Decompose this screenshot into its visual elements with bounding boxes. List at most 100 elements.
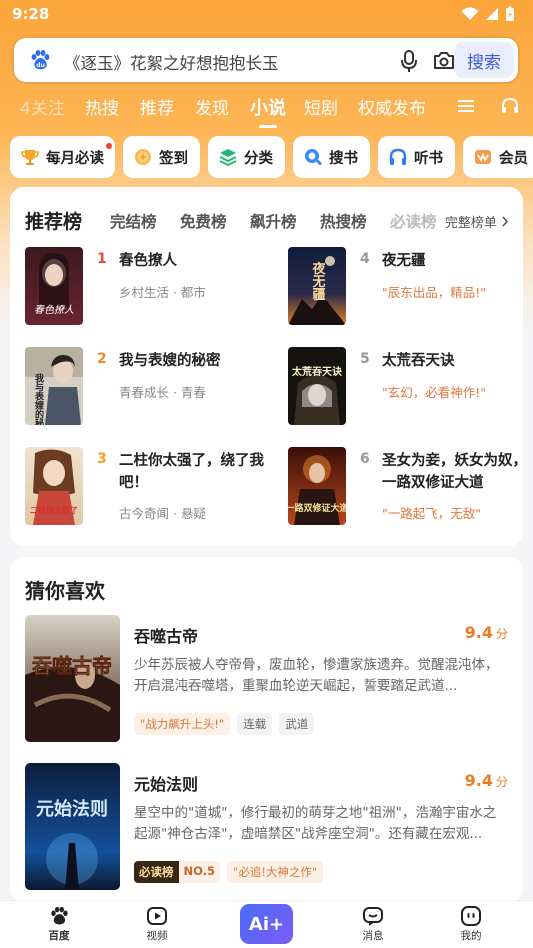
battery-icon xyxy=(506,6,514,21)
tab-follow-badge: 4 xyxy=(20,99,31,119)
search-button[interactable]: 搜索 xyxy=(454,42,514,78)
rank-book-6[interactable]: 一路双修证大道 6 圣女为妾，妖女为奴，一路双修证大道 "一路起飞，无敌" xyxy=(288,447,533,527)
rank-tab-must-read[interactable]: 必读榜 xyxy=(390,210,437,232)
book-title: 吞噬古帝 xyxy=(134,627,199,646)
vip-label: 会员 xyxy=(499,150,528,167)
layers-icon xyxy=(219,149,237,167)
book-cover-title: 春色撩人 xyxy=(34,304,74,316)
rank-number: 4 xyxy=(360,251,370,267)
quick-actions: 每月必读 签到 分类 搜书 听书 会员 xyxy=(10,136,533,178)
recommend-book-1[interactable]: 吞噬古帝 吞噬古帝 9.4 分 少年苏辰被人夺帝骨，废血轮，惨遭家族遗弃。觉醒混沌… xyxy=(25,615,510,743)
rank-tab-free[interactable]: 免费榜 xyxy=(180,210,227,232)
listen-books-label: 听书 xyxy=(414,150,443,167)
rank-book-5[interactable]: 太荒吞天诀 5 太荒吞天诀 "玄幻，必看神作!" xyxy=(288,347,533,427)
search-books-button[interactable]: 搜书 xyxy=(293,136,370,178)
message-icon xyxy=(363,907,383,926)
book-title: 二柱你太强了，绕了我吧！ xyxy=(119,453,264,491)
full-ranking-label: 完整榜单 xyxy=(444,216,497,231)
book-description: 少年苏辰被人夺帝骨，废血轮，惨遭家族遗弃。觉醒混沌体，开启混沌吞噬塔，重聚血轮逆… xyxy=(134,657,499,694)
book-cover-title: 元始法则 xyxy=(36,798,108,820)
rank-tab-hot-search[interactable]: 热搜榜 xyxy=(320,210,367,232)
vip-button[interactable]: 会员 xyxy=(463,136,533,178)
trophy-icon xyxy=(21,150,39,165)
microphone-icon[interactable] xyxy=(399,49,419,73)
guess-you-like-card: 猜你喜欢 吞噬古帝 吞噬古帝 9.4 分 少年苏辰被人夺帝骨，废血轮，惨遭家族遗弃… xyxy=(10,557,523,902)
nav-video[interactable]: 视频 xyxy=(127,905,187,943)
rank-number: 6 xyxy=(360,451,370,467)
status-time: 9:28 xyxy=(12,5,50,23)
status-icons xyxy=(461,6,515,22)
rank-tab-completed[interactable]: 完结榜 xyxy=(110,210,157,232)
book-tagline: "一路起飞，无敌" xyxy=(382,506,481,521)
baidu-paw-icon: du xyxy=(31,50,50,70)
video-play-icon xyxy=(147,907,167,925)
tab-follow[interactable]: 4关注 xyxy=(20,94,65,119)
rank-book-1[interactable]: 春色撩人 1 春色撩人 乡村生活 · 都市 xyxy=(25,247,270,327)
book-cover: 夜无疆 xyxy=(288,247,346,325)
signal-icon xyxy=(486,8,498,20)
headphones-icon[interactable] xyxy=(500,96,520,116)
tab-discover[interactable]: 发现 xyxy=(195,94,229,119)
vip-icon xyxy=(475,150,491,164)
book-cover-title: 吞噬古帝 xyxy=(32,654,112,678)
ai-plus-button[interactable]: Ai+ xyxy=(240,904,293,944)
book-cover: 春色撩人 xyxy=(25,247,83,325)
search-bar[interactable]: du 《逐玉》花絮之好想抱抱长玉 搜索 xyxy=(12,36,520,84)
tag-highlight: "必追!大神之作" xyxy=(227,861,324,883)
book-title: 我与表嫂的秘密 xyxy=(119,353,221,369)
book-cover: 二柱你太强了 xyxy=(25,447,83,525)
score-unit: 分 xyxy=(495,775,508,789)
check-in-label: 签到 xyxy=(159,150,188,167)
nav-video-label: 视频 xyxy=(146,930,168,942)
rank-badge[interactable]: 必读榜 NO.5 xyxy=(134,861,221,883)
book-title: 圣女为妾，妖女为奴，一路双修证大道 xyxy=(382,453,527,491)
book-cover: 我与表嫂的秘密 xyxy=(25,347,83,425)
book-cover-title: 二柱你太强了 xyxy=(30,505,78,515)
monthly-must-read-label: 每月必读 xyxy=(46,150,104,167)
rank-tab-rising[interactable]: 飙升榜 xyxy=(250,210,297,232)
tab-novel[interactable]: 小说 xyxy=(250,94,286,128)
book-genre: 乡村生活 · 都市 xyxy=(119,285,206,300)
book-cover: 吞噬古帝 xyxy=(25,615,120,742)
book-cover-title: 太荒吞天诀 xyxy=(291,365,343,378)
status-bar: 9:28 xyxy=(0,0,533,30)
headphones-icon xyxy=(389,148,407,165)
nav-baidu[interactable]: 百度 xyxy=(29,905,89,943)
rank-book-2[interactable]: 我与表嫂的秘密 2 我与表嫂的秘密 青春成长 · 青春 xyxy=(25,347,270,427)
listen-books-button[interactable]: 听书 xyxy=(378,136,455,178)
check-in-button[interactable]: 签到 xyxy=(123,136,200,178)
notification-dot xyxy=(106,143,112,149)
search-book-icon xyxy=(305,149,322,166)
book-cover: 一路双修证大道 xyxy=(288,447,346,525)
nav-messages[interactable]: 消息 xyxy=(343,905,403,943)
full-ranking-link[interactable]: 完整榜单 xyxy=(438,212,509,231)
chevron-right-icon xyxy=(502,216,509,227)
tab-short-drama[interactable]: 短剧 xyxy=(304,94,338,119)
search-input[interactable]: 《逐玉》花絮之好想抱抱长玉 xyxy=(64,50,279,74)
book-cover-title: 一路双修证大道 xyxy=(288,502,346,514)
book-title: 春色撩人 xyxy=(119,253,177,269)
tab-recommend[interactable]: 推荐 xyxy=(140,94,174,119)
tag-highlight: "战力飙升上头!" xyxy=(134,713,231,735)
monthly-must-read-button[interactable]: 每月必读 xyxy=(10,136,115,178)
rank-book-3[interactable]: 二柱你太强了 3 二柱你太强了，绕了我吧！ 古今奇闻 · 悬疑 xyxy=(25,447,270,527)
tab-hot-search[interactable]: 热搜 xyxy=(85,94,119,119)
rank-tab-recommend[interactable]: 推荐榜 xyxy=(25,207,82,234)
rank-number: 2 xyxy=(97,351,107,367)
recommend-book-2[interactable]: 元始法则 元始法则 9.4 分 星空中的"道城"，修行最初的萌芽之地"祖洲"，浩瀚… xyxy=(25,763,510,891)
tab-official-release[interactable]: 权威发布 xyxy=(358,94,426,119)
book-tags: 必读榜 NO.5 "必追!大神之作" xyxy=(134,861,324,883)
profile-face-icon xyxy=(461,906,481,926)
menu-icon[interactable] xyxy=(457,98,475,114)
book-cover-title: 夜无疆 xyxy=(310,261,327,302)
rank-book-4[interactable]: 夜无疆 4 夜无疆 "辰东出品，精品!" xyxy=(288,247,533,327)
book-tags: "战力飙升上头!" 连载 武道 xyxy=(134,713,315,735)
coin-icon xyxy=(135,149,151,165)
category-button[interactable]: 分类 xyxy=(208,136,285,178)
nav-profile-label: 我的 xyxy=(460,930,482,942)
section-title: 猜你喜欢 xyxy=(25,579,105,603)
nav-profile[interactable]: 我的 xyxy=(441,905,501,943)
book-cover: 太荒吞天诀 xyxy=(288,347,346,425)
book-score: 9.4 分 xyxy=(465,771,508,790)
camera-search-icon[interactable] xyxy=(432,49,456,73)
